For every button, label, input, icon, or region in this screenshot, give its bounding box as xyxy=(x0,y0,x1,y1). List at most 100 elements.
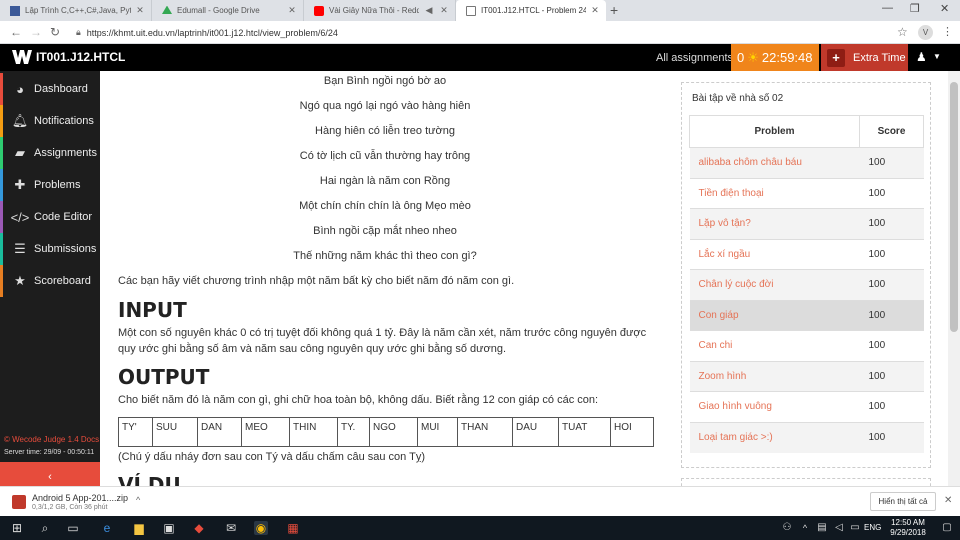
browser-tab-3[interactable]: IT001.J12.HTCL - Problem 24 - W ✕ xyxy=(456,0,606,21)
all-assignments-link[interactable]: All assignments xyxy=(656,52,733,64)
table-row[interactable]: Lặp vô tận? 100 xyxy=(689,208,924,239)
dashboard-icon: ◕ xyxy=(16,81,24,97)
wecode-logo-icon[interactable] xyxy=(12,48,32,66)
clock-date[interactable]: 9/29/2018 xyxy=(882,528,934,537)
close-tab-icon[interactable]: ✕ xyxy=(439,5,449,16)
zodiac-table: TY' SUU DAN MEO THIN TY. NGO MUI THAN DA… xyxy=(118,417,654,447)
browser-tab-1[interactable]: Edumall - Google Drive ✕ xyxy=(152,0,304,21)
table-row[interactable]: Can chi 100 xyxy=(689,330,924,361)
zodiac-cell: NGO xyxy=(369,417,418,447)
scrollbar-thumb[interactable] xyxy=(950,82,958,332)
problem-link[interactable]: Tiền điện thoại xyxy=(689,177,860,209)
app-icon[interactable]: ◆ xyxy=(192,521,206,535)
clock-time[interactable]: 12:50 AM xyxy=(887,518,929,527)
sidebar-item-dashboard[interactable]: ◕ Dashboard xyxy=(0,73,100,105)
problem-link[interactable]: Giao hình vuông xyxy=(689,391,860,422)
table-row[interactable]: Loại tam giác >:) 100 xyxy=(689,421,924,453)
search-icon[interactable]: ⌕ xyxy=(38,521,52,535)
extra-time-button[interactable]: + Extra Time xyxy=(821,44,908,71)
edge-icon[interactable]: e xyxy=(100,521,114,535)
docs-link[interactable]: © Wecode Judge 1.4 Docs xyxy=(4,435,99,444)
sidebar-item-assignments[interactable]: ▰ Assignments xyxy=(0,137,100,169)
problem-list-table: Problem Score alibaba chôm châu báu 100 … xyxy=(689,115,924,453)
app2-icon[interactable]: ▦ xyxy=(286,521,300,535)
problem-link[interactable]: Lắc xí ngầu xyxy=(689,238,860,270)
bookmark-star-icon[interactable]: ☆ xyxy=(897,25,908,39)
table-row[interactable]: Zoom hình 100 xyxy=(689,360,924,392)
sidebar-item-notifications[interactable]: 🔔︎ Notifications xyxy=(0,105,100,137)
zodiac-cell: DAN xyxy=(197,417,242,447)
column-header-problem: Problem xyxy=(689,115,860,148)
server-time: Server time: 29/09 - 00:50:11 xyxy=(4,449,95,456)
browser-menu-icon[interactable]: ⋮ xyxy=(942,25,953,38)
profile-avatar[interactable]: V xyxy=(918,25,933,40)
url-field[interactable]: 🔒︎ https://khmt.uit.edu.vn/laptrinh/it00… xyxy=(72,24,882,41)
table-row[interactable]: Tiền điện thoại 100 xyxy=(689,177,924,209)
zodiac-cell: THAN xyxy=(457,417,513,447)
chrome-icon[interactable]: ◉ xyxy=(254,521,268,535)
output-heading: OUTPUT xyxy=(118,365,210,389)
app-title[interactable]: IT001.J12.HTCL xyxy=(36,50,125,64)
user-icon[interactable]: ♟ xyxy=(916,50,927,64)
reload-icon[interactable]: ↻ xyxy=(50,25,60,39)
close-tab-icon[interactable]: ✕ xyxy=(590,5,600,16)
problem-score: 100 xyxy=(859,208,924,239)
sidebar-item-label: Scoreboard xyxy=(34,275,91,287)
table-row[interactable]: Giao hình vuông 100 xyxy=(689,391,924,422)
sidebar-accent xyxy=(0,265,3,297)
problem-link[interactable]: Lặp vô tận? xyxy=(689,208,860,239)
problem-score: 100 xyxy=(859,238,924,270)
back-icon[interactable]: ← xyxy=(10,25,22,39)
close-tab-icon[interactable]: ✕ xyxy=(287,5,297,16)
download-filename[interactable]: Android 5 App-201....zip xyxy=(32,493,128,503)
store-icon[interactable]: ▣ xyxy=(162,521,176,535)
language-indicator[interactable]: ENG xyxy=(864,523,881,532)
tray-chevron-icon[interactable]: ^ xyxy=(798,521,812,535)
problem-link[interactable]: Loại tam giác >:) xyxy=(689,421,860,453)
list-icon: ☰ xyxy=(14,241,26,256)
table-row[interactable]: Chân lý cuộc đời 100 xyxy=(689,269,924,300)
zodiac-cell: TY. xyxy=(337,417,370,447)
new-tab-icon[interactable]: + xyxy=(610,2,618,18)
network-icon[interactable]: ▤ xyxy=(815,521,829,535)
sidebar-item-code-editor[interactable]: </> Code Editor xyxy=(0,201,100,233)
problem-link[interactable]: alibaba chôm châu báu xyxy=(689,147,860,178)
audio-icon[interactable]: ◀ xyxy=(423,5,435,16)
windows-start-icon[interactable]: ⊞ xyxy=(10,521,24,535)
battery-icon[interactable]: ▭ xyxy=(848,521,862,535)
people-icon[interactable]: ⚇ xyxy=(780,521,794,535)
sidebar-accent xyxy=(0,201,3,233)
browser-tab-0[interactable]: Lập Trình C,C++,C#,Java, Python... ✕ xyxy=(0,0,152,21)
problem-link[interactable]: Con giáp xyxy=(689,299,860,331)
close-icon[interactable]: ✕ xyxy=(944,495,952,506)
show-all-button[interactable]: Hiển thị tất cả xyxy=(870,492,936,511)
maximize-icon[interactable]: ❐ xyxy=(910,2,920,15)
sidebar-item-scoreboard[interactable]: ★ Scoreboard xyxy=(0,265,100,297)
address-bar: ← → ↻ 🔒︎ https://khmt.uit.edu.vn/laptrin… xyxy=(0,21,960,44)
minimize-icon[interactable]: — xyxy=(882,2,893,14)
problem-link[interactable]: Zoom hình xyxy=(689,360,860,392)
zodiac-cell: TY' xyxy=(118,417,153,447)
volume-icon[interactable]: ◁ xyxy=(832,521,846,535)
table-row[interactable]: alibaba chôm châu báu 100 xyxy=(689,147,924,178)
notification-center-icon[interactable]: ▢ xyxy=(940,521,954,535)
table-row-selected[interactable]: Con giáp 100 xyxy=(689,299,924,331)
mail-icon[interactable]: ✉ xyxy=(224,521,238,535)
caret-down-icon[interactable]: ▼ xyxy=(933,52,941,61)
sidebar-item-problems[interactable]: ✚ Problems xyxy=(0,169,100,201)
chevron-up-icon[interactable]: ^ xyxy=(136,495,140,505)
close-window-icon[interactable]: ✕ xyxy=(940,2,949,15)
extra-time-label: Extra Time xyxy=(853,51,906,64)
close-tab-icon[interactable]: ✕ xyxy=(135,5,145,16)
browser-tab-2[interactable]: Vài Giây Nữa Thôi - Reddy | ◀ ✕ xyxy=(304,0,456,21)
task-view-icon[interactable]: ▭ xyxy=(66,521,80,535)
table-row[interactable]: Lắc xí ngầu 100 xyxy=(689,238,924,270)
problem-link[interactable]: Can chi xyxy=(689,330,860,361)
problem-link[interactable]: Chân lý cuộc đời xyxy=(689,269,860,300)
sidebar-item-submissions[interactable]: ☰ Submissions xyxy=(0,233,100,265)
lock-icon: 🔒︎ xyxy=(76,27,81,37)
file-explorer-icon[interactable]: ▆ xyxy=(132,521,146,535)
forward-icon[interactable]: → xyxy=(30,25,42,39)
zodiac-cell: TUAT xyxy=(558,417,611,447)
plus-icon: + xyxy=(827,48,845,67)
